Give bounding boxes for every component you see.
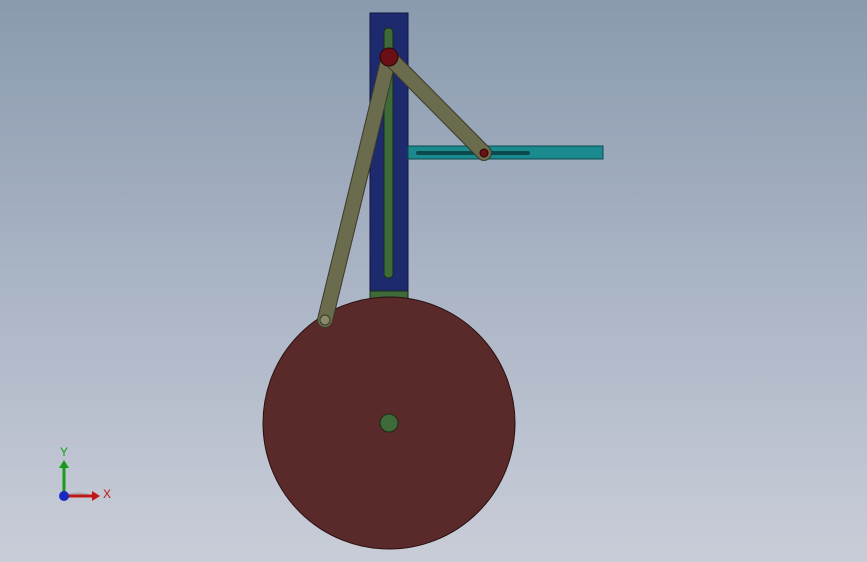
triad-z-axis-dot bbox=[59, 491, 69, 501]
top-pivot[interactable] bbox=[379, 47, 399, 67]
mechanism-model[interactable]: Y X bbox=[0, 0, 867, 562]
reference-triad: Y X bbox=[59, 445, 111, 501]
graphics-viewport[interactable]: Y X bbox=[0, 0, 867, 562]
triad-x-label: X bbox=[103, 487, 111, 501]
disc-hub bbox=[379, 413, 399, 433]
triad-y-label: Y bbox=[60, 445, 68, 459]
slider-pin bbox=[479, 148, 489, 158]
triad-y-arrow-icon bbox=[59, 460, 69, 468]
triad-x-arrow-icon bbox=[92, 491, 100, 501]
disc-pin bbox=[319, 314, 331, 326]
